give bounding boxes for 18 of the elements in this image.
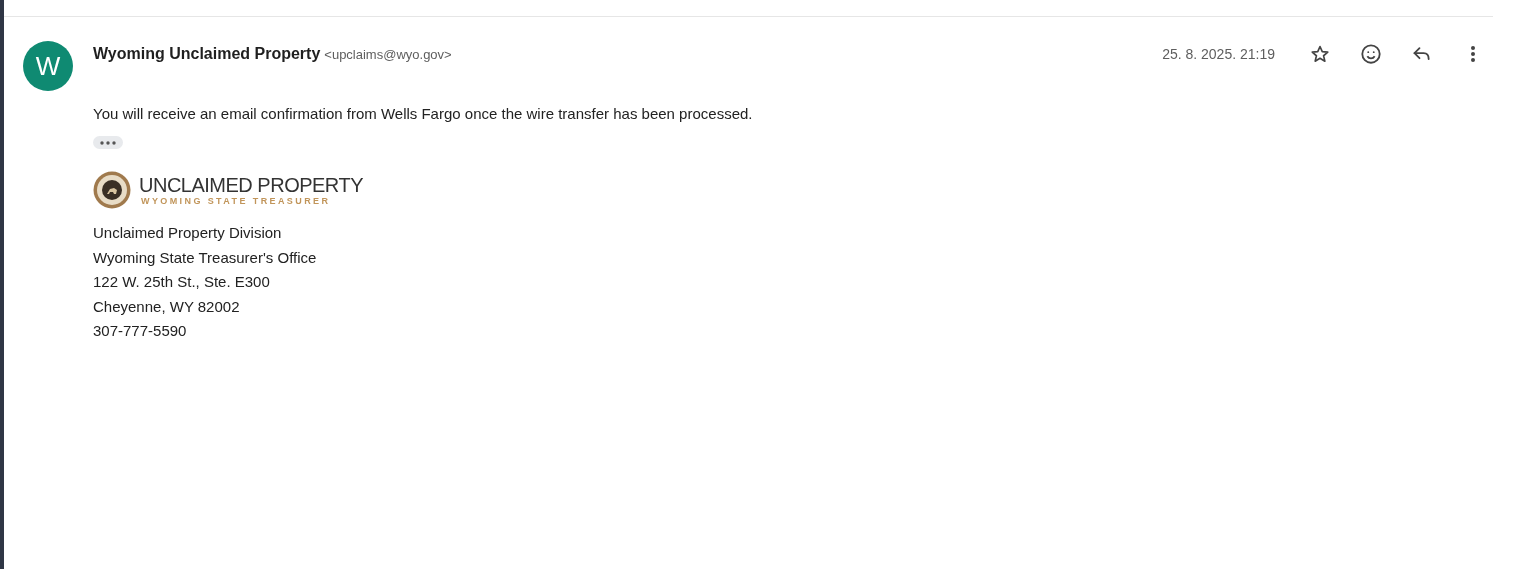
state-seal-icon [93, 171, 131, 209]
more-vertical-icon [1470, 45, 1476, 63]
signature-line: 122 W. 25th St., Ste. E300 [93, 272, 271, 292]
show-trimmed-content-button[interactable] [93, 136, 123, 149]
message-date: 25. 8. 2025. 21:19 [1162, 46, 1275, 62]
sender-email: <upclaims@wyo.gov> [324, 46, 452, 62]
signature-line: Unclaimed Property Division [93, 223, 283, 243]
smiley-icon [1360, 43, 1382, 65]
star-icon [1310, 44, 1330, 64]
logo-title: UNCLAIMED PROPERTY [139, 174, 363, 196]
sender-name: Wyoming Unclaimed Property [93, 45, 321, 63]
ellipsis-icon [99, 140, 117, 145]
signature-line: Cheyenne, WY 82002 [93, 296, 241, 316]
sender-avatar: W [23, 41, 73, 91]
signature-line: Wyoming State Treasurer's Office [93, 247, 318, 267]
logo-subtitle: WYOMING STATE TREASURER [141, 196, 332, 206]
signature-line: 307-777-5590 [93, 321, 188, 341]
message-body: You will receive an email confirmation from Wells Fargo once the wire transfer has been processed. [93, 105, 754, 122]
